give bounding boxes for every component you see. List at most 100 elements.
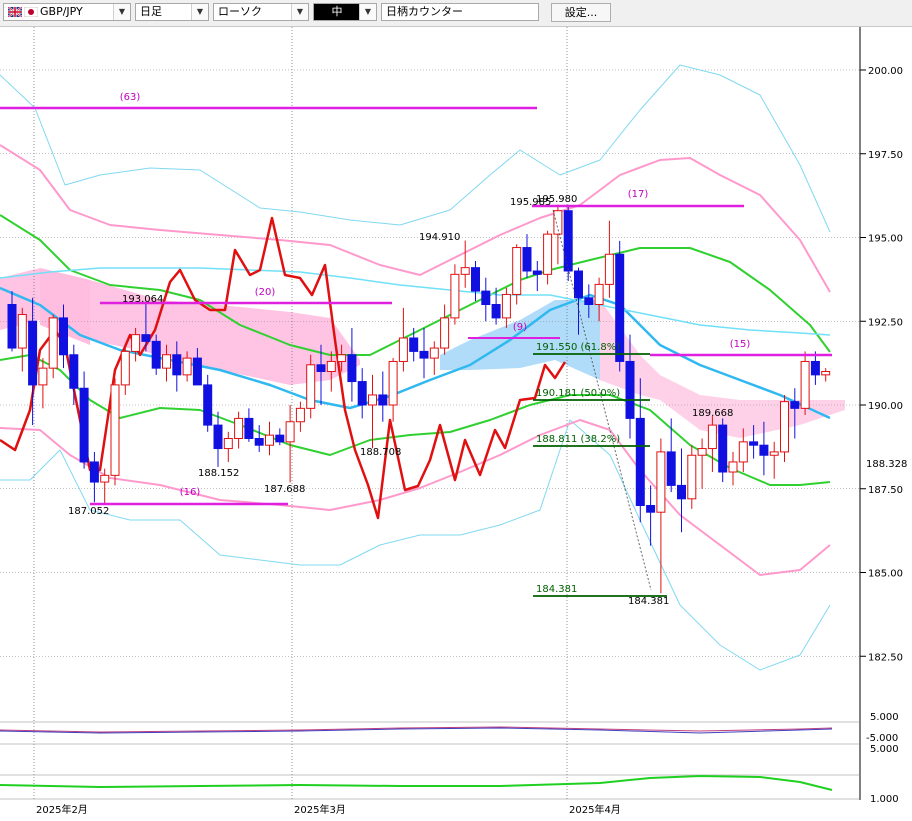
chevron-down-icon[interactable]: ▼ (291, 4, 308, 20)
day-counter-input[interactable]: 日柄カウンター (381, 3, 539, 21)
candle (357, 368, 367, 419)
candle-body-up (450, 273, 460, 319)
candle (718, 418, 728, 483)
candle-body-up (306, 364, 316, 409)
price-label: 187.688 (264, 484, 305, 495)
candle-body-up (738, 441, 748, 463)
candle-body-up (553, 210, 563, 235)
price-chart[interactable]: (63) (20) (16) (9) (17) (15) 191.550 (61.8%) 19… (0, 27, 912, 821)
size-select[interactable]: 中 ▼ (313, 3, 377, 21)
candle-body-down (141, 334, 151, 342)
axis-tick-label: 190.00 (868, 401, 903, 412)
candle-body-up (295, 407, 305, 423)
candle (666, 418, 676, 493)
candle (604, 220, 614, 298)
chevron-down-icon[interactable]: ▼ (359, 4, 376, 20)
candle-body-up (728, 461, 738, 473)
candle (419, 327, 429, 379)
candle-body-up (223, 438, 233, 450)
candle-body-down (244, 417, 254, 439)
count-label: (9) (513, 322, 527, 333)
candle (409, 327, 419, 362)
candle-body-down (491, 304, 501, 319)
candle-body-up (48, 317, 58, 369)
symbol-select[interactable]: GBP/JPY ▼ (3, 3, 131, 21)
candle-body-down (646, 505, 656, 513)
osc2-tick-low: 1.000 (870, 794, 899, 805)
count-label: (20) (255, 287, 276, 298)
candle (69, 344, 79, 405)
date-label: 2025年3月 (294, 803, 346, 816)
candle-body-down (584, 297, 594, 305)
axis-tick-label: 192.50 (868, 317, 903, 328)
date-label: 2025年2月 (36, 803, 88, 816)
candle-body-down (316, 364, 326, 372)
candle-body-down (172, 354, 182, 376)
candle (800, 351, 810, 416)
candle-body-up (326, 360, 336, 373)
candle (17, 307, 27, 372)
candle-body-down (471, 267, 480, 292)
candle-body-down (790, 401, 800, 409)
size-value: 中 (314, 4, 360, 20)
candle-body-down (810, 360, 820, 376)
candle-body-down (378, 394, 388, 406)
price-label: 194.910 (419, 232, 460, 243)
candle (89, 451, 99, 503)
candle-body-down (28, 320, 38, 386)
candle (213, 411, 223, 467)
candle-body-down (635, 417, 645, 506)
axis-tick-label: 187.50 (868, 485, 903, 496)
settings-button[interactable]: 設定... (551, 3, 611, 22)
day-counter-label: 日柄カウンター (386, 5, 463, 18)
candle (110, 378, 120, 486)
oscillator-panels: 5.000-5.0005.0001.000 (0, 712, 899, 805)
candle-body-down (347, 354, 357, 383)
price-label: 188.708 (360, 447, 401, 458)
bb2-lower (0, 419, 831, 576)
chart-style-select[interactable]: ローソク ▼ (213, 3, 309, 21)
candle-body-down (89, 461, 99, 483)
candle-body-down (625, 360, 635, 419)
axis-tick-label: 197.50 (868, 150, 903, 161)
candle (347, 327, 357, 402)
candle (368, 374, 377, 449)
price-axis: 200.00 197.50 195.00 192.50 190.00 187.50 185.… (860, 66, 907, 663)
chevron-down-icon[interactable]: ▼ (191, 4, 208, 20)
candle-body-down (213, 424, 223, 450)
candle-body-down (357, 381, 367, 406)
candle-body-down (666, 451, 676, 486)
axis-tick-label: 195.00 (868, 234, 903, 245)
candle-body-up (337, 354, 347, 362)
candle (687, 445, 697, 509)
candle-body-up (769, 451, 779, 456)
candle (388, 358, 398, 422)
chevron-down-icon[interactable]: ▼ (113, 4, 130, 20)
candle (481, 277, 491, 322)
candle (254, 425, 264, 452)
candle-body-up (131, 334, 141, 352)
candle-body-up (687, 454, 697, 500)
toolbar: GBP/JPY ▼ 日足 ▼ ローソク ▼ 中 ▼ 日柄カウンター 設定... (0, 0, 912, 27)
candle (440, 304, 450, 355)
candle-body-up (780, 401, 789, 453)
candle (265, 421, 274, 456)
candle (697, 438, 707, 489)
fib-label: 184.381 (536, 584, 577, 595)
candle-body-up (120, 350, 130, 386)
candle-body-up (368, 394, 377, 406)
timeframe-select[interactable]: 日足 ▼ (135, 3, 209, 21)
candle-body-down (59, 317, 68, 356)
candle (398, 307, 408, 372)
price-label: 188.152 (198, 468, 239, 479)
candle-body-up (265, 434, 274, 446)
candle-body-up (656, 451, 666, 513)
candle-body-down (151, 340, 161, 369)
osc1-tick-high: 5.000 (870, 712, 899, 723)
chart-style-value: ローソク (218, 5, 262, 18)
candle-body-up (234, 417, 244, 439)
candle-body-up (821, 371, 831, 376)
candle-body-up (604, 253, 614, 285)
price-label: 193.064 (122, 294, 163, 305)
candle-body-up (800, 360, 810, 409)
